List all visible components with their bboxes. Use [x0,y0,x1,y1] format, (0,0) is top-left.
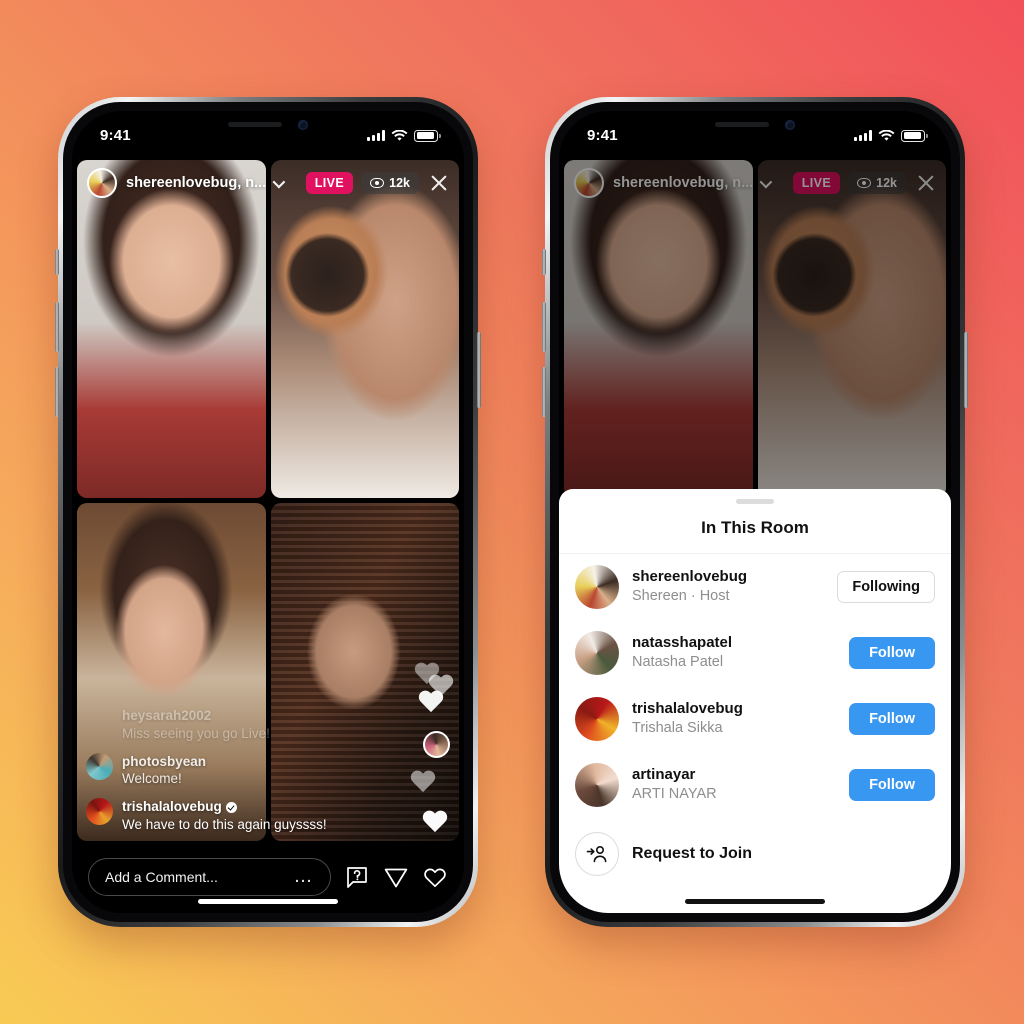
front-camera [298,119,308,130]
volume-down-button[interactable] [542,367,546,417]
screen-left: 9:41 shereenlovebug, n... LIVE 12k heysa… [72,111,464,913]
phone-bezel: 9:41 shereenlovebug, n... [63,102,473,922]
phone-bezel: 9:41 shereenlovebug, n... [550,102,960,922]
participants-list: shereenlovebug Shereen · Host Following … [559,554,951,886]
avatar[interactable] [575,565,619,609]
status-icons [854,125,928,142]
participant-subtitle: Trishala Sikka [632,719,723,736]
comment-item: trishalalovebug We have to do this again… [86,798,336,833]
live-title[interactable]: shereenlovebug, n... [126,175,266,191]
comment-text: Welcome! [122,771,182,787]
comment-text: We have to do this again guyssss! [122,816,327,832]
comment-item: heysarah2002 Miss seeing you go Live! [86,707,336,742]
follow-button[interactable]: Follow [849,769,935,801]
question-box-icon[interactable] [344,864,370,890]
request-to-join-row[interactable]: Request to Join [575,818,935,886]
notch [188,111,348,138]
participant-username[interactable]: natasshapatel [632,634,836,653]
participant-subtitle: Natasha Patel [632,653,724,670]
host-avatar[interactable] [87,168,117,198]
comment-username[interactable]: trishalalovebug [122,798,222,815]
status-icons [367,125,441,142]
comment-item: photosbyean Welcome! [86,752,336,788]
power-button[interactable] [964,332,968,408]
mute-switch[interactable] [542,249,546,275]
verified-badge-icon [225,801,237,813]
paper-plane-icon[interactable] [383,864,409,890]
phone-right: 9:41 shereenlovebug, n... LIVE 12k In Th… [542,97,968,927]
status-time: 9:41 [587,127,618,144]
participant-username[interactable]: trishalalovebug [632,700,836,719]
comment-username[interactable]: photosbyean [122,753,206,770]
battery-icon [901,129,928,142]
follow-button[interactable]: Follow [849,637,935,669]
comment-avatar[interactable] [86,752,113,780]
follow-button[interactable]: Follow [849,703,935,735]
home-indicator [685,899,825,904]
participant-row[interactable]: trishalalovebug Trishala Sikka Follow [575,686,935,752]
ellipsis-icon[interactable]: … [294,867,315,887]
avatar[interactable] [575,631,619,675]
screen-right: 9:41 shereenlovebug, n... LIVE 12k In Th… [559,111,951,913]
sheet-title: In This Room [701,518,809,537]
heart-icon [422,811,448,835]
comment-username[interactable]: heysarah2002 [122,707,211,724]
wifi-icon [391,129,408,141]
status-time: 9:41 [100,127,131,144]
front-camera [785,119,795,130]
home-indicator [198,899,338,904]
comment-text: Miss seeing you go Live! [122,725,270,741]
comment-placeholder: Add a Comment... [105,869,218,885]
comment-avatar[interactable] [86,798,113,826]
participant-subtitle: ARTI NAYAR [632,785,717,802]
comments-list: heysarah2002 Miss seeing you go Live! ph… [86,696,336,833]
signal-bars-icon [367,130,385,141]
volume-up-button[interactable] [542,302,546,352]
participant-username[interactable]: artinayar [632,766,836,785]
heart-icon [418,691,444,715]
mute-switch[interactable] [55,249,59,275]
video-tile-2[interactable] [270,160,459,498]
participant-row[interactable]: artinayar ARTI NAYAR Follow [575,752,935,818]
eye-icon [370,178,385,188]
floating-hearts [408,661,454,851]
live-header: shereenlovebug, n... LIVE 12k [77,160,459,206]
participant-row[interactable]: shereenlovebug Shereen · Host Following [575,554,935,620]
avatar[interactable] [575,763,619,807]
battery-icon [414,129,441,142]
volume-up-button[interactable] [55,302,59,352]
participant-row[interactable]: natasshapatel Natasha Patel Follow [575,620,935,686]
notch [675,111,835,138]
chevron-down-icon[interactable] [272,175,286,188]
wifi-icon [878,129,895,141]
earpiece-speaker [715,122,769,127]
participant-username[interactable]: shereenlovebug [632,568,824,587]
avatar[interactable] [575,697,619,741]
add-person-icon [575,832,619,876]
in-this-room-sheet: In This Room shereenlovebug Shereen · Ho… [559,489,951,913]
viewer-count-pill[interactable]: 12k [361,172,419,194]
reaction-avatar [423,731,450,758]
video-tile-1[interactable] [77,160,266,498]
close-icon[interactable] [429,173,449,193]
following-button[interactable]: Following [837,571,935,603]
viewer-count: 12k [389,176,410,190]
heart-icon [410,771,436,795]
volume-down-button[interactable] [55,367,59,417]
power-button[interactable] [477,332,481,408]
heart-like-icon[interactable] [422,864,448,890]
earpiece-speaker [228,122,282,127]
phone-left: 9:41 shereenlovebug, n... LIVE 12k heysa… [55,97,481,927]
participant-subtitle: Shereen · Host [632,587,730,604]
signal-bars-icon [854,130,872,141]
live-badge: LIVE [305,172,354,194]
request-to-join-label: Request to Join [632,845,753,862]
comment-input[interactable]: Add a Comment... … [88,858,331,896]
